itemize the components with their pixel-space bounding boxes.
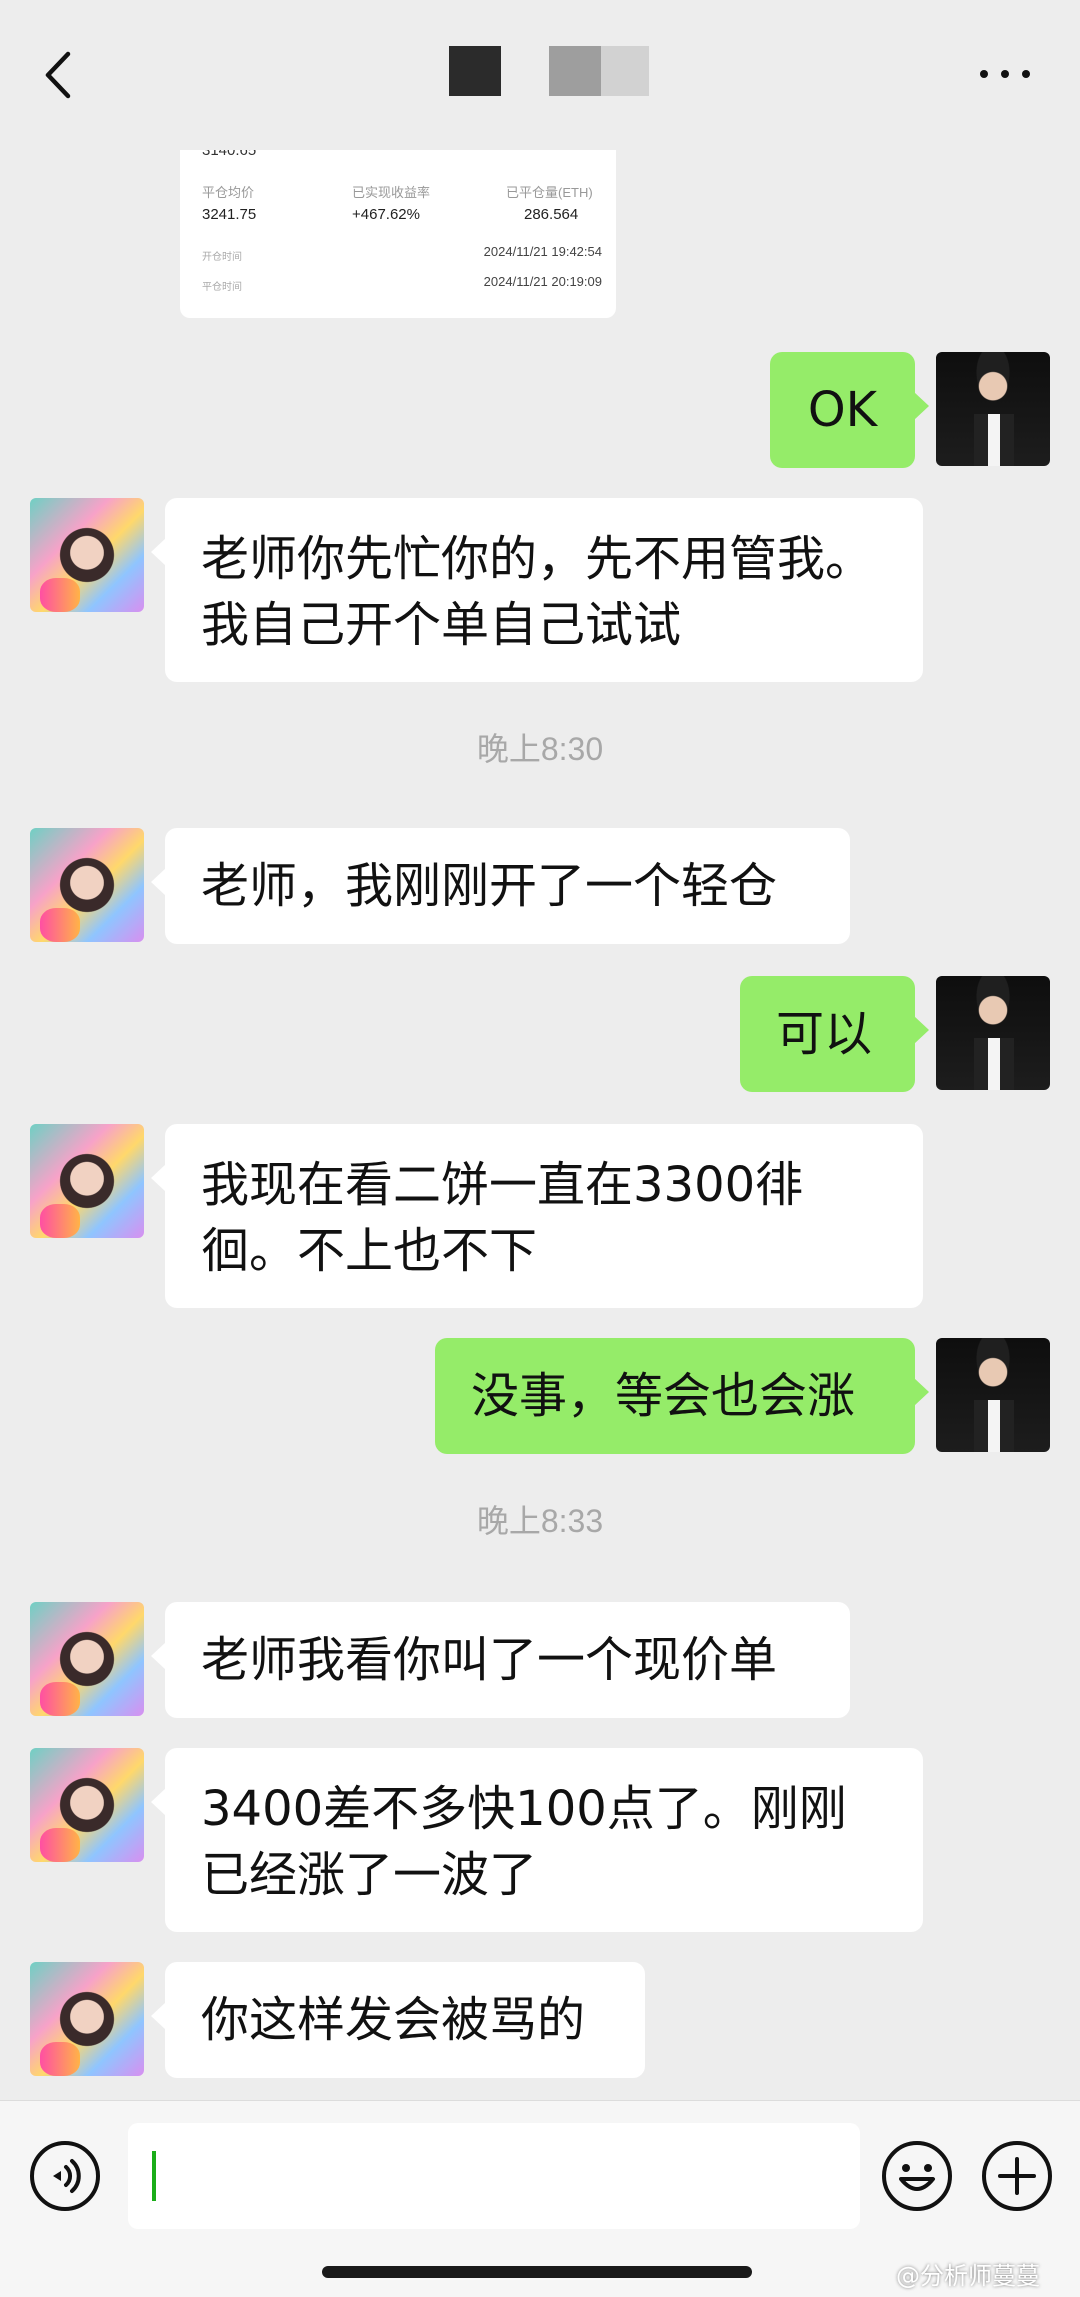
redacted-title-block bbox=[449, 46, 501, 96]
watermark: @分析师蔓蔓 bbox=[896, 2262, 1040, 2290]
message-bubble-received[interactable]: 老师我看你叫了一个现价单 bbox=[151, 1602, 850, 1718]
home-indicator[interactable] bbox=[322, 2266, 752, 2278]
avatar[interactable] bbox=[30, 828, 144, 942]
stat-label: 已平仓量(ETH) bbox=[506, 185, 593, 200]
message-input[interactable] bbox=[128, 2123, 860, 2229]
more-dots-icon[interactable] bbox=[976, 64, 1034, 84]
avatar[interactable] bbox=[936, 1338, 1050, 1452]
stat-label: 平仓均价 bbox=[202, 185, 255, 200]
stat-value: 286.564 bbox=[524, 206, 579, 223]
text-caret bbox=[152, 2151, 156, 2201]
time-divider: 晚上8:30 bbox=[476, 731, 604, 767]
message-bubble-received[interactable]: 我现在看二饼一直在3300徘徊。不上也不下 bbox=[151, 1124, 923, 1308]
avatar[interactable] bbox=[936, 352, 1050, 466]
avatar[interactable] bbox=[30, 498, 144, 612]
close-time-label: 平仓时间 bbox=[202, 282, 242, 293]
stat-label: 已实现收益率 bbox=[352, 185, 431, 200]
open-time-value: 2024/11/21 19:42:54 bbox=[483, 244, 602, 259]
chevron-left-icon[interactable] bbox=[38, 48, 86, 102]
redacted-title-block bbox=[549, 46, 601, 96]
stat-value: 3241.75 bbox=[202, 206, 257, 223]
stat-value: +467.62% bbox=[352, 206, 420, 223]
message-bubble-sent[interactable]: 可以 bbox=[740, 976, 929, 1092]
voice-icon[interactable] bbox=[28, 2139, 102, 2213]
message-bubble-sent[interactable]: 没事，等会也会涨 bbox=[435, 1338, 929, 1454]
avatar[interactable] bbox=[936, 976, 1050, 1090]
avatar[interactable] bbox=[30, 1124, 144, 1238]
message-bubble-received[interactable]: 3400差不多快100点了。刚刚已经涨了一波了 bbox=[151, 1748, 923, 1932]
redacted-title-block bbox=[601, 46, 649, 96]
plus-icon[interactable] bbox=[980, 2139, 1054, 2213]
message-bubble-sent[interactable]: OK bbox=[770, 352, 929, 468]
close-time-value: 2024/11/21 20:19:09 bbox=[483, 274, 602, 289]
message-bubble-received[interactable]: 你这样发会被骂的 bbox=[151, 1962, 645, 2078]
message-bubble-received[interactable]: 老师你先忙你的，先不用管我。我自己开个单自己试试 bbox=[151, 498, 923, 682]
emoji-icon[interactable] bbox=[880, 2139, 954, 2213]
avatar[interactable] bbox=[30, 1602, 144, 1716]
time-divider: 晚上8:33 bbox=[476, 1503, 604, 1539]
open-time-label: 开仓时间 bbox=[202, 252, 242, 263]
chat-header bbox=[0, 0, 1080, 150]
message-bubble-received[interactable]: 老师，我刚刚开了一个轻仓 bbox=[151, 828, 850, 944]
avatar[interactable] bbox=[30, 1748, 144, 1862]
avatar[interactable] bbox=[30, 1962, 144, 2076]
